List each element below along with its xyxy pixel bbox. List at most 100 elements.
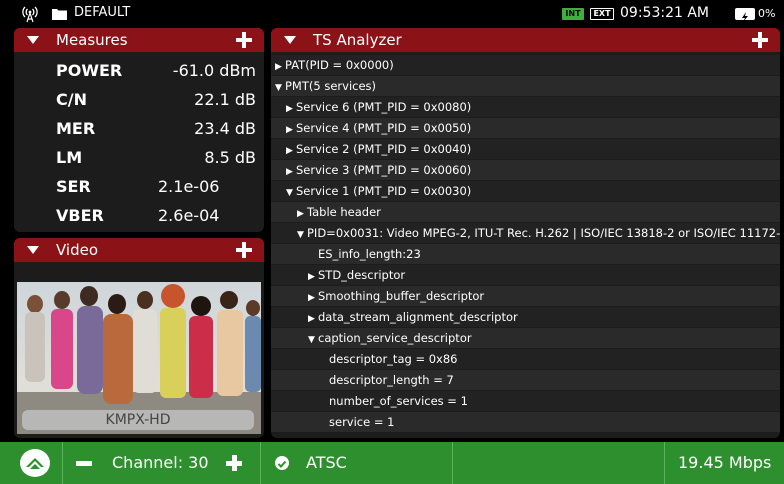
tree-row[interactable]: ▶ Smoothing_buffer_descriptor bbox=[271, 286, 780, 306]
measure-value: 8.5 dB bbox=[204, 148, 256, 167]
clock: 09:53:21 AM bbox=[620, 5, 709, 21]
measure-value: 23.4 dB bbox=[194, 119, 256, 138]
tree-row-text: Service 1 (PMT_PID = 0x0030) bbox=[296, 184, 472, 198]
ts-analyzer-title: TS Analyzer bbox=[313, 31, 402, 49]
measure-row-cn: C/N 22.1 dB bbox=[14, 85, 264, 114]
collapsed-caret-icon[interactable]: ▶ bbox=[297, 204, 307, 222]
tree-row-text: PID=0x0031: Video MPEG-2, ITU-T Rec. H.2… bbox=[307, 226, 780, 240]
int-badge: INT bbox=[562, 8, 584, 20]
divider bbox=[664, 442, 665, 484]
collapsed-caret-icon[interactable]: ▶ bbox=[286, 141, 296, 159]
collapse-triangle-icon[interactable] bbox=[284, 36, 296, 44]
ts-analyzer-panel: TS Analyzer ▶ PAT(PID = 0x0000) ▼ PMT(5 ser… bbox=[271, 28, 780, 438]
channel-up-button[interactable] bbox=[226, 455, 242, 471]
tree-row[interactable]: descriptor_length = 7 bbox=[271, 370, 780, 390]
tree-row-text: PMT(5 services) bbox=[285, 79, 377, 93]
bitrate-label: 19.45 Mbps bbox=[678, 453, 772, 472]
tree-row[interactable]: ▶ Service 6 (PMT_PID = 0x0080) bbox=[271, 97, 780, 117]
measure-row-vber: VBER 2.6e-04 bbox=[14, 201, 264, 230]
tree-row-text: Table header bbox=[307, 205, 381, 219]
folder-icon bbox=[52, 9, 67, 20]
measure-row-ser: SER 2.1e-06 bbox=[14, 172, 264, 201]
measure-value: 2.6e-04 bbox=[158, 206, 220, 225]
tree-row-text: service = 1 bbox=[329, 415, 395, 429]
tree-row[interactable]: descriptor_tag = 0x86 bbox=[271, 349, 780, 369]
antenna-icon bbox=[22, 6, 38, 23]
measure-row-mer: MER 23.4 dB bbox=[14, 114, 264, 143]
expanded-caret-icon[interactable]: ▼ bbox=[286, 183, 296, 201]
bottom-bar: Channel: 30 ATSC 19.45 Mbps bbox=[0, 442, 784, 484]
tree-row[interactable]: ▶ Service 2 (PMT_PID = 0x0040) bbox=[271, 139, 780, 159]
channel-down-button[interactable] bbox=[76, 461, 92, 466]
measure-label: LM bbox=[56, 148, 83, 167]
tree-row[interactable]: ▶ PAT(PID = 0x0000) bbox=[271, 55, 780, 75]
tree-row-text: data_stream_alignment_descriptor bbox=[318, 310, 518, 324]
measure-label: SER bbox=[56, 177, 91, 196]
standard-label: ATSC bbox=[306, 453, 347, 472]
tree-row[interactable]: ▶ Table header bbox=[271, 202, 780, 222]
tree-row[interactable]: ▶ data_stream_alignment_descriptor bbox=[271, 307, 780, 327]
measure-label: C/N bbox=[56, 90, 87, 109]
tree-row-text: Service 6 (PMT_PID = 0x0080) bbox=[296, 100, 472, 114]
measure-label: POWER bbox=[56, 61, 123, 80]
tree-row-text: Service 4 (PMT_PID = 0x0050) bbox=[296, 121, 472, 135]
tree-row[interactable]: ▶ Service 4 (PMT_PID = 0x0050) bbox=[271, 118, 780, 138]
measures-header[interactable]: Measures bbox=[14, 28, 264, 52]
tree-row[interactable]: ▼ PID=0x0031: Video MPEG-2, ITU-T Rec. H.… bbox=[271, 223, 780, 243]
divider bbox=[62, 442, 63, 484]
tree-row-text: Service 2 (PMT_PID = 0x0040) bbox=[296, 142, 472, 156]
tree-row[interactable]: ▼ caption_service_descriptor bbox=[271, 328, 780, 348]
measures-title: Measures bbox=[56, 31, 128, 49]
expanded-caret-icon[interactable]: ▼ bbox=[297, 225, 307, 243]
collapsed-caret-icon[interactable]: ▶ bbox=[275, 57, 285, 75]
tree-row-text: Service 3 (PMT_PID = 0x0060) bbox=[296, 163, 472, 177]
tree-row[interactable]: service = 1 bbox=[271, 412, 780, 432]
tree-row[interactable]: ▶ STD_descriptor bbox=[271, 265, 780, 285]
collapse-triangle-icon[interactable] bbox=[27, 36, 39, 44]
add-icon[interactable] bbox=[752, 32, 768, 48]
tree-row[interactable]: number_of_services = 1 bbox=[271, 391, 780, 411]
tree-row-text: Smoothing_buffer_descriptor bbox=[318, 289, 485, 303]
video-title: Video bbox=[56, 241, 99, 259]
channel-label[interactable]: Channel: 30 bbox=[112, 453, 209, 472]
tree-row[interactable]: ES_info_length:23 bbox=[271, 244, 780, 264]
profile-name: DEFAULT bbox=[74, 5, 131, 20]
collapsed-caret-icon[interactable]: ▶ bbox=[308, 309, 318, 327]
video-panel: Video bbox=[14, 238, 264, 438]
tree-row-text: STD_descriptor bbox=[318, 268, 406, 282]
tree-row-text: ES_info_length:23 bbox=[318, 247, 421, 261]
ts-analyzer-header[interactable]: TS Analyzer bbox=[271, 28, 780, 52]
expanded-caret-icon[interactable]: ▼ bbox=[275, 78, 285, 96]
add-icon[interactable] bbox=[236, 242, 252, 258]
tree-row[interactable]: ▼ PMT(5 services) bbox=[271, 76, 780, 96]
video-channel-label: KMPX-HD bbox=[22, 410, 254, 430]
collapsed-caret-icon[interactable]: ▶ bbox=[286, 120, 296, 138]
measure-value: 2.1e-06 bbox=[158, 177, 220, 196]
video-header[interactable]: Video bbox=[14, 238, 264, 262]
collapse-triangle-icon[interactable] bbox=[27, 246, 39, 254]
measure-value: -61.0 dBm bbox=[172, 61, 256, 80]
home-logo-icon[interactable] bbox=[20, 449, 50, 477]
collapsed-caret-icon[interactable]: ▶ bbox=[308, 267, 318, 285]
collapsed-caret-icon[interactable]: ▶ bbox=[286, 99, 296, 117]
tree-row[interactable]: ▶ Service 3 (PMT_PID = 0x0060) bbox=[271, 160, 780, 180]
tree-row-text: descriptor_tag = 0x86 bbox=[329, 352, 458, 366]
collapsed-caret-icon[interactable]: ▶ bbox=[286, 162, 296, 180]
measure-label: MER bbox=[56, 119, 96, 138]
expanded-caret-icon[interactable]: ▼ bbox=[308, 330, 318, 348]
tree-row-text: PAT(PID = 0x0000) bbox=[285, 58, 394, 72]
add-icon[interactable] bbox=[236, 32, 252, 48]
collapsed-caret-icon[interactable]: ▶ bbox=[308, 288, 318, 306]
measure-row-lm: LM 8.5 dB bbox=[14, 143, 264, 172]
divider bbox=[452, 442, 453, 484]
measure-value: 22.1 dB bbox=[194, 90, 256, 109]
measures-panel: Measures POWER -61.0 dBm C/N 22.1 dB MER… bbox=[14, 28, 264, 232]
divider bbox=[260, 442, 261, 484]
measure-label: VBER bbox=[56, 206, 104, 225]
battery-percent: 0% bbox=[758, 7, 776, 20]
measure-row-power: POWER -61.0 dBm bbox=[14, 56, 264, 85]
lock-check-icon bbox=[275, 456, 289, 470]
status-bar: DEFAULT INT EXT 09:53:21 AM 0% bbox=[0, 0, 784, 28]
tree-row-text: caption_service_descriptor bbox=[318, 331, 472, 345]
tree-row[interactable]: ▼ Service 1 (PMT_PID = 0x0030) bbox=[271, 181, 780, 201]
